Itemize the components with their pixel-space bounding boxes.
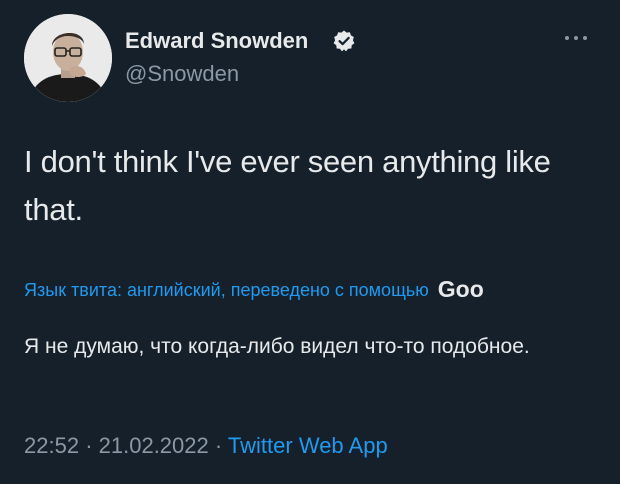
verified-badge-icon [333, 30, 355, 52]
translation-provider-logo: Goo [437, 276, 484, 302]
tweet-meta: 22:52 · 21.02.2022 · Twitter Web App [24, 433, 388, 459]
user-handle[interactable]: @Snowden [125, 61, 239, 87]
more-options-icon[interactable] [565, 31, 593, 45]
avatar-image [24, 14, 112, 102]
meta-separator: · [85, 433, 93, 458]
translation-notice[interactable]: Язык твита: английский, переведено с пом… [24, 276, 596, 303]
tweet-date[interactable]: 21.02.2022 [99, 433, 209, 458]
display-name[interactable]: Edward Snowden [125, 28, 308, 54]
tweet-source-app[interactable]: Twitter Web App [228, 433, 388, 458]
avatar[interactable] [24, 14, 112, 102]
tweet: Edward Snowden @Snowden I don't think I'… [0, 0, 620, 484]
tweet-time[interactable]: 22:52 [24, 433, 79, 458]
tweet-text: I don't think I've ever seen anything li… [24, 144, 551, 227]
meta-separator: · [214, 433, 223, 458]
translation-notice-text[interactable]: Язык твита: английский, переведено с пом… [24, 280, 429, 300]
translated-text: Я не думаю, что когда-либо видел что-то … [24, 335, 530, 358]
